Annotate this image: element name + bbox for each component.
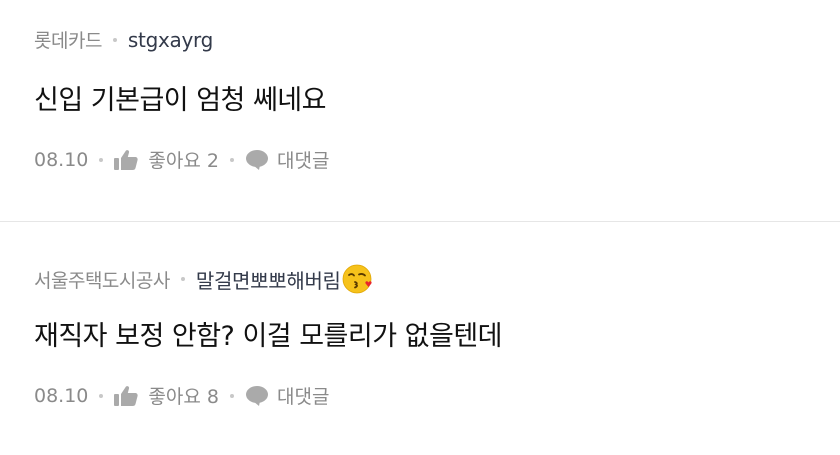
comment-date: 08.10	[34, 384, 89, 407]
company-name[interactable]: 롯데카드	[34, 26, 102, 53]
comment-text: 재직자 보정 안함? 이걸 모를리가 없을텐데	[34, 321, 503, 352]
separator-dot	[99, 393, 104, 398]
like-button[interactable]: 좋아요 2	[114, 146, 219, 173]
like-button[interactable]: 좋아요 8	[114, 382, 219, 409]
thumbs-up-icon	[114, 385, 139, 407]
comment-header: 롯데카드 stgxayrg	[34, 26, 213, 53]
speech-bubble-icon	[245, 385, 269, 407]
comment-actions: 08.10 좋아요 8 대댓글	[34, 382, 329, 409]
comment-date: 08.10	[34, 148, 89, 171]
reply-button[interactable]: 대댓글	[245, 382, 329, 409]
author-name[interactable]: stgxayrg	[128, 28, 213, 52]
comment-item: 롯데카드 stgxayrg 신입 기본급이 엄청 쎄네요 08.10 좋아요 2	[0, 0, 840, 222]
author-name[interactable]: 말걸면뽀뽀해버림	[196, 265, 341, 294]
company-name[interactable]: 서울주택도시공사	[34, 266, 170, 293]
separator-dot	[99, 157, 104, 162]
reply-label: 대댓글	[276, 386, 330, 408]
separator-dot	[180, 277, 185, 281]
reply-button[interactable]: 대댓글	[245, 146, 329, 173]
thumbs-up-icon	[114, 149, 139, 171]
comment-header: 서울주택도시공사 말걸면뽀뽀해버림	[34, 262, 376, 296]
separator-dot	[229, 157, 234, 162]
like-count-label: 좋아요 8	[148, 386, 219, 408]
separator-dot	[229, 393, 234, 398]
comment-item: 서울주택도시공사 말걸면뽀뽀해버림 재직자 보정 안함? 이걸 모를리가 없을텐…	[0, 222, 840, 455]
like-count-label: 좋아요 2	[148, 150, 219, 172]
speech-bubble-icon	[245, 149, 269, 171]
comment-actions: 08.10 좋아요 2 대댓글	[34, 146, 329, 173]
separator-dot	[112, 37, 117, 42]
reply-label: 대댓글	[276, 150, 330, 172]
kissing-face-emoji-icon	[342, 262, 376, 296]
comment-text: 신입 기본급이 엄청 쎄네요	[34, 85, 327, 116]
